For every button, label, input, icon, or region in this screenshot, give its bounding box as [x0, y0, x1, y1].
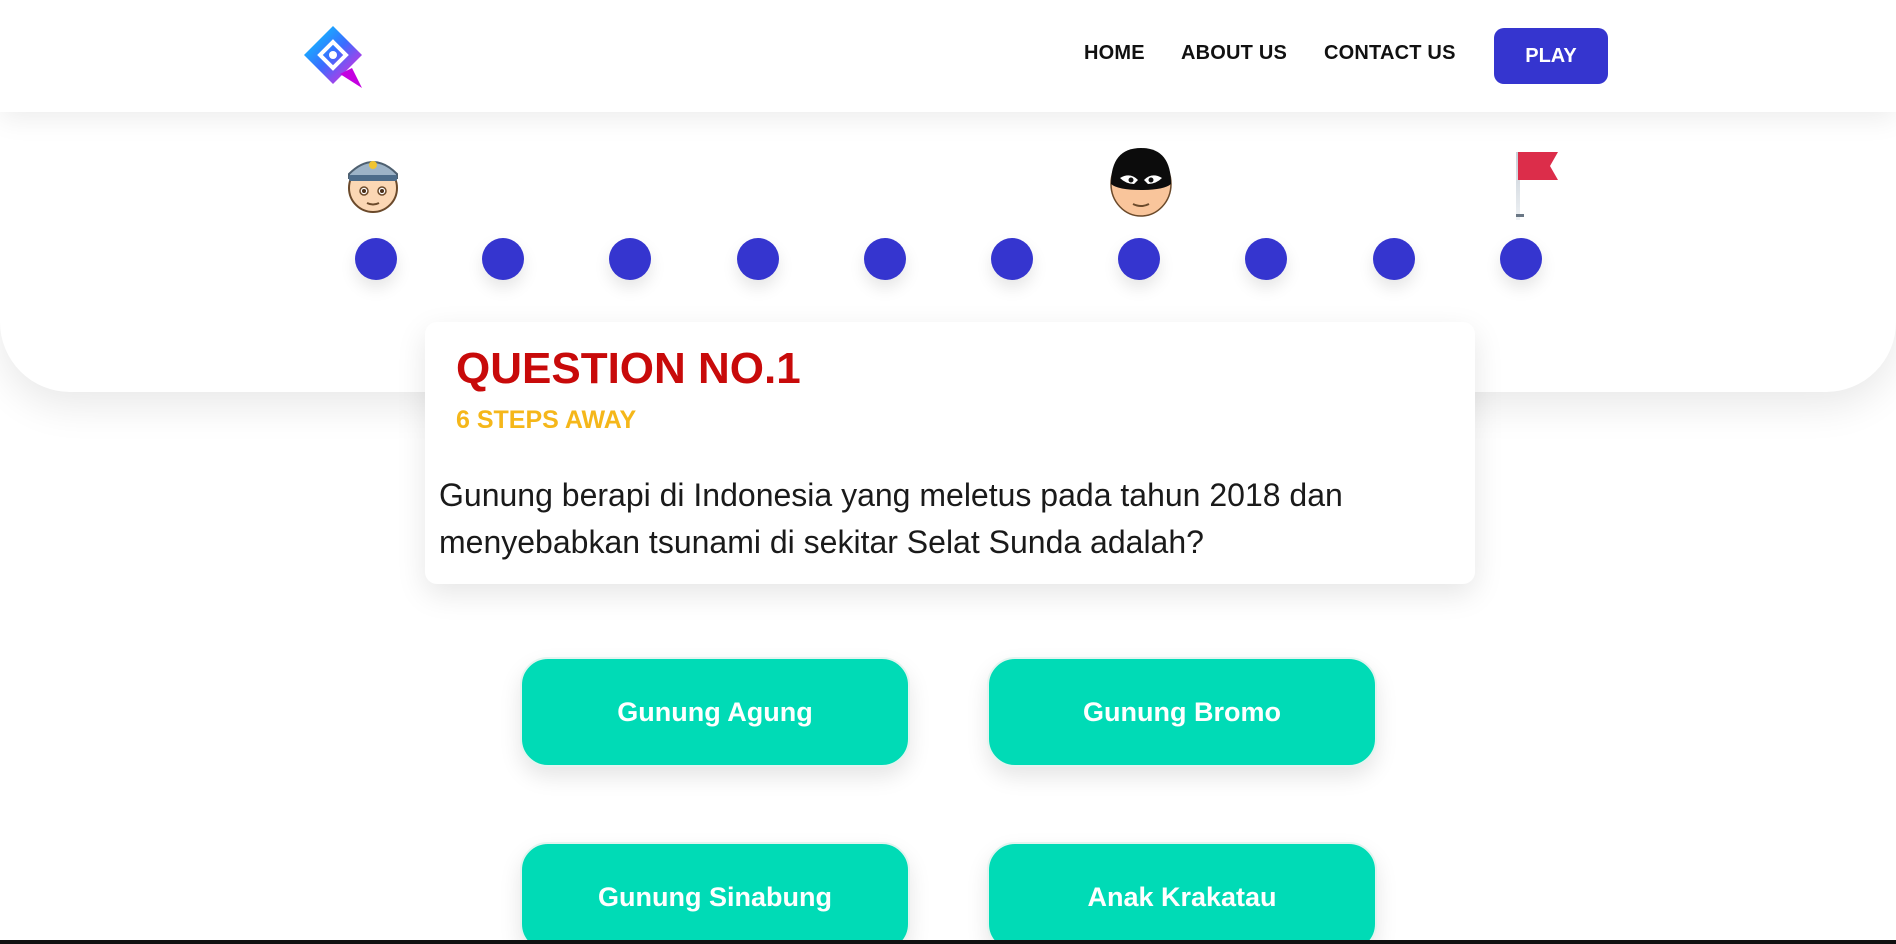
police-icon — [348, 161, 398, 213]
bottom-border — [0, 940, 1896, 944]
step-dot — [1245, 238, 1287, 280]
answer-button-c[interactable]: Gunung Sinabung — [520, 842, 910, 944]
top-navbar: HOME ABOUT US CONTACT US PLAY — [0, 0, 1896, 112]
answer-button-b[interactable]: Gunung Bromo — [987, 657, 1377, 767]
step-dot — [991, 238, 1033, 280]
question-text: Gunung berapi di Indonesia yang meletus … — [439, 477, 1343, 560]
step-dot — [1500, 238, 1542, 280]
step-dot — [1118, 238, 1160, 280]
step-dot — [482, 238, 524, 280]
nav-about-link[interactable]: ABOUT US — [1181, 42, 1287, 65]
step-dot — [864, 238, 906, 280]
answer-button-a[interactable]: Gunung Agung — [520, 657, 910, 767]
question-title: QUESTION NO.1 — [456, 344, 801, 393]
step-dot — [737, 238, 779, 280]
nav-contact-link[interactable]: CONTACT US — [1324, 42, 1456, 65]
step-dot — [355, 238, 397, 280]
quiz-page: HOME ABOUT US CONTACT US PLAY QUESTION N… — [0, 0, 1896, 944]
steps-away-label: 6 STEPS AWAY — [456, 406, 637, 434]
finish-flag-icon — [1516, 152, 1558, 220]
step-dot — [1373, 238, 1415, 280]
question-card: QUESTION NO.1 6 STEPS AWAY Gunung berapi… — [425, 322, 1475, 584]
game-logo-icon[interactable] — [300, 24, 366, 90]
step-dot — [609, 238, 651, 280]
play-button[interactable]: PLAY — [1494, 28, 1608, 84]
nav-home-link[interactable]: HOME — [1084, 42, 1145, 65]
answer-button-d[interactable]: Anak Krakatau — [987, 842, 1377, 944]
thief-icon — [1110, 148, 1172, 217]
